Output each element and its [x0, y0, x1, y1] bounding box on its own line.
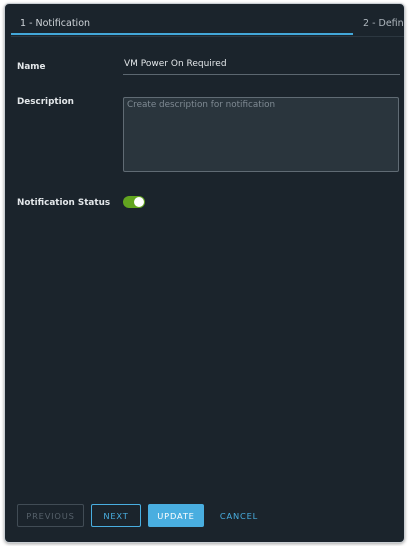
- update-button[interactable]: UPDATE: [148, 504, 204, 527]
- name-label: Name: [17, 62, 46, 72]
- tab-notification[interactable]: 1 - Notification: [20, 18, 90, 29]
- previous-button[interactable]: PREVIOUS: [17, 504, 84, 527]
- notification-status-toggle[interactable]: [123, 196, 145, 208]
- description-textarea[interactable]: Create description for notification: [123, 97, 399, 172]
- next-button[interactable]: NEXT: [91, 504, 141, 527]
- notification-dialog: 1 - Notification 2 - Define Name VM Powe…: [4, 3, 405, 543]
- toggle-knob: [134, 197, 144, 207]
- active-tab-indicator: [11, 33, 353, 35]
- description-label: Description: [17, 97, 74, 107]
- wizard-tabs: 1 - Notification 2 - Define: [11, 4, 404, 37]
- cancel-button[interactable]: CANCEL: [213, 504, 265, 527]
- name-input[interactable]: VM Power On Required: [123, 59, 400, 75]
- tab-define[interactable]: 2 - Define: [363, 18, 404, 29]
- notification-status-label: Notification Status: [17, 198, 111, 208]
